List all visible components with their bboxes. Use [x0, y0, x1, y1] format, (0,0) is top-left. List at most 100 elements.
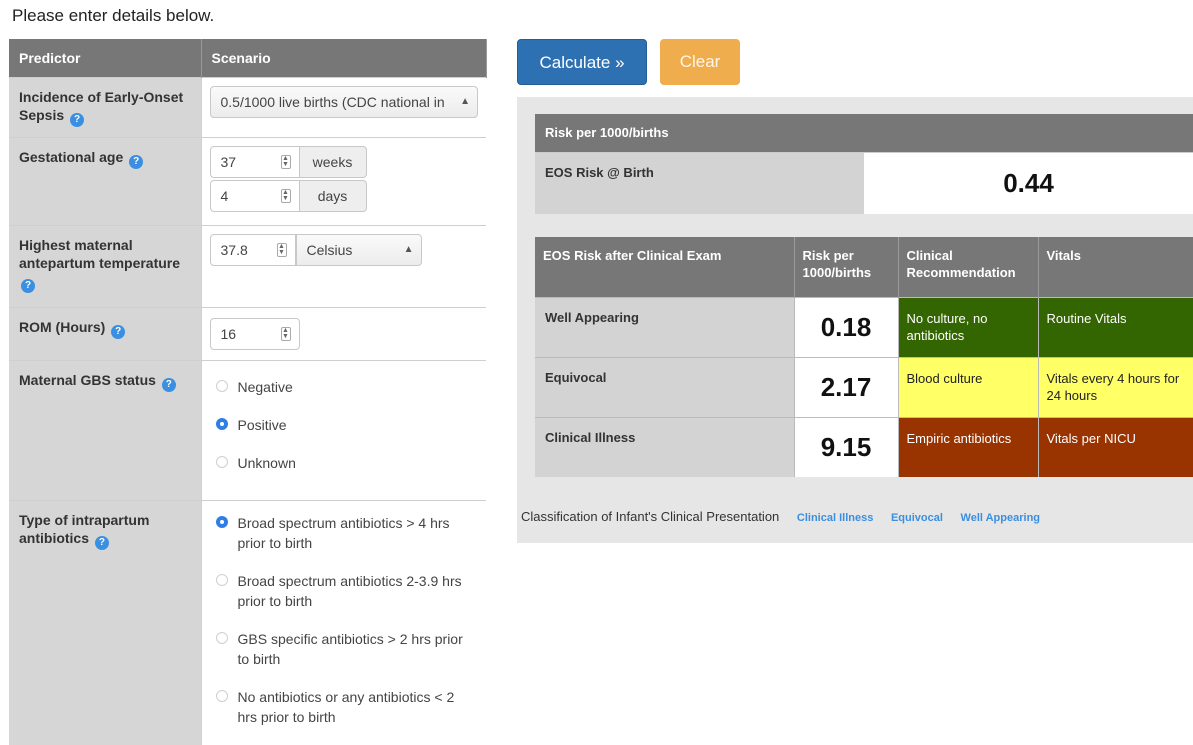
temperature-spinner-icon[interactable]: ▲ ▼ [276, 242, 287, 257]
row-recommendation-well-appearing: No culture, no antibiotics [897, 296, 1038, 357]
radio-checked-icon[interactable] [215, 515, 228, 528]
page-title: Please enter details below. [12, 6, 215, 25]
antibiotics-option-broad-4[interactable]: Broad spectrum antibiotics > 4 hrs prior… [210, 505, 479, 563]
gbs-option-unknown[interactable]: Unknown [210, 445, 479, 483]
exam-header-recommendation: Clinical Recommendation [898, 237, 1039, 297]
help-icon[interactable]: ? [94, 535, 109, 550]
birth-risk-label: EOS Risk @ Birth [535, 151, 864, 214]
antibiotics-label: Type of intrapartum antibiotics [19, 511, 150, 546]
exam-header-vitals: Vitals [1038, 237, 1193, 297]
radio-label: GBS specific antibiotics > 2 hrs prior t… [237, 630, 463, 667]
gbs-option-negative[interactable]: Negative [210, 369, 479, 407]
temperature-unit: Celsius [306, 241, 353, 258]
rom-value: 16 [220, 325, 237, 342]
antibiotics-cell: Broad spectrum antibiotics > 4 hrs prior… [200, 499, 486, 745]
predictor-form-table: Predictor Scenario Incidence of Early-On… [9, 39, 487, 745]
row-label-well-appearing: Well Appearing [535, 296, 794, 357]
days-input[interactable]: 4 ▲ ▼ [209, 179, 300, 212]
classification-link-clinical-illness[interactable]: Clinical Illness [797, 512, 873, 524]
rom-cell: 16 ▲ ▼ [200, 306, 486, 360]
select-arrows-icon: ▲ [460, 95, 470, 107]
temperature-label-cell: Highest maternal antepartum temperature … [9, 224, 201, 307]
temperature-cell: 37.8 ▲ ▼ Celsius ▲ [200, 224, 486, 307]
table-row: Clinical Illness 9.15 Empiric antibiotic… [535, 416, 1193, 477]
rom-label-cell: ROM (Hours) ? [9, 306, 201, 360]
incidence-cell: 0.5/1000 live births (CDC national in ▲ [200, 76, 486, 137]
calculate-button[interactable]: Calculate » [517, 39, 647, 85]
help-icon[interactable]: ? [21, 278, 35, 293]
risk-at-birth-table: Risk per 1000/births EOS Risk @ Birth 0.… [535, 114, 1193, 214]
incidence-label: Incidence of Early-Onset Sepsis [19, 88, 184, 123]
row-risk-well-appearing: 0.18 [793, 296, 898, 357]
radio-label: Unknown [237, 454, 296, 471]
gestational-age-cell: 37 ▲ ▼ weeks 4 ▲ ▼ days [200, 136, 486, 225]
row-vitals-equivocal: Vitals every 4 hours for 24 hours [1037, 356, 1193, 417]
classification-link-well-appearing[interactable]: Well Appearing [961, 512, 1040, 524]
birth-risk-value: 0.44 [864, 151, 1193, 214]
classification-link-equivocal[interactable]: Equivocal [891, 512, 943, 524]
antibiotics-label-cell: Type of intrapartum antibiotics ? [9, 499, 201, 745]
clear-button[interactable]: Clear [660, 39, 740, 85]
row-risk-equivocal: 2.17 [793, 356, 898, 417]
gbs-option-positive[interactable]: Positive [210, 407, 479, 445]
weeks-input[interactable]: 37 ▲ ▼ [209, 145, 300, 178]
exam-header-risk: EOS Risk after Clinical Exam [535, 237, 795, 297]
days-unit: days [299, 179, 367, 212]
row-vitals-well-appearing: Routine Vitals [1037, 296, 1193, 357]
incidence-select-value: 0.5/1000 live births (CDC national in [220, 93, 445, 110]
radio-unchecked-icon[interactable] [215, 379, 228, 392]
risk-header: Risk per 1000/births [535, 114, 1193, 152]
days-value: 4 [220, 187, 229, 204]
days-spinner-icon[interactable]: ▲ ▼ [280, 188, 291, 203]
exam-header-per-1000: Risk per 1000/births [794, 237, 899, 297]
weeks-spinner-icon[interactable]: ▲ ▼ [280, 154, 291, 169]
incidence-select[interactable]: 0.5/1000 live births (CDC national in ▲ [209, 85, 478, 118]
help-icon[interactable]: ? [111, 324, 126, 339]
radio-label: Broad spectrum antibiotics 2-3.9 hrs pri… [237, 572, 462, 609]
radio-label: Positive [237, 416, 287, 433]
temperature-unit-select[interactable]: Celsius ▲ [295, 233, 422, 266]
radio-checked-icon[interactable] [215, 417, 228, 430]
row-recommendation-equivocal: Blood culture [897, 356, 1038, 417]
gestational-age-label: Gestational age [19, 148, 124, 165]
row-risk-clinical-illness: 9.15 [793, 416, 898, 477]
help-icon[interactable]: ? [161, 377, 176, 392]
classification-legend: Classification of Infant's Clinical Pres… [521, 509, 1040, 524]
temperature-input[interactable]: 37.8 ▲ ▼ [209, 233, 296, 266]
header-scenario: Scenario [201, 39, 487, 77]
row-recommendation-clinical-illness: Empiric antibiotics [897, 416, 1038, 477]
clinical-exam-table: EOS Risk after Clinical Exam Risk per 10… [535, 237, 1193, 477]
radio-label: Negative [237, 378, 293, 395]
temperature-value: 37.8 [220, 241, 248, 258]
radio-unchecked-icon[interactable] [215, 455, 228, 468]
help-icon[interactable]: ? [129, 154, 144, 169]
gbs-label-cell: Maternal GBS status ? [9, 359, 201, 500]
antibiotics-option-gbs-specific[interactable]: GBS specific antibiotics > 2 hrs prior t… [210, 621, 479, 679]
table-row: Equivocal 2.17 Blood culture Vitals ever… [535, 356, 1193, 417]
radio-label: Broad spectrum antibiotics > 4 hrs prior… [237, 514, 450, 551]
incidence-label-cell: Incidence of Early-Onset Sepsis ? [9, 76, 201, 137]
rom-spinner-icon[interactable]: ▲ ▼ [280, 326, 291, 341]
row-label-clinical-illness: Clinical Illness [535, 416, 794, 477]
row-vitals-clinical-illness: Vitals per NICU [1037, 416, 1193, 477]
antibiotics-option-none[interactable]: No antibiotics or any antibiotics < 2 hr… [210, 679, 479, 737]
antibiotics-option-broad-2-3-9[interactable]: Broad spectrum antibiotics 2-3.9 hrs pri… [210, 563, 479, 621]
results-panel: Risk per 1000/births EOS Risk @ Birth 0.… [517, 97, 1193, 543]
help-icon[interactable]: ? [70, 112, 85, 127]
gbs-label: Maternal GBS status [19, 371, 156, 388]
weeks-unit: weeks [299, 145, 367, 178]
rom-label: ROM (Hours) [19, 318, 106, 335]
radio-unchecked-icon[interactable] [215, 573, 228, 586]
table-row: Well Appearing 0.18 No culture, no antib… [535, 296, 1193, 357]
gbs-cell: Negative Positive Unknown [200, 359, 486, 500]
header-predictor: Predictor [9, 39, 202, 77]
classification-label: Classification of Infant's Clinical Pres… [521, 509, 780, 524]
weeks-value: 37 [220, 153, 237, 170]
radio-unchecked-icon[interactable] [215, 689, 228, 702]
rom-input[interactable]: 16 ▲ ▼ [209, 317, 300, 350]
radio-unchecked-icon[interactable] [215, 631, 228, 644]
select-arrows-icon: ▲ [403, 243, 414, 255]
gestational-age-label-cell: Gestational age ? [9, 136, 201, 225]
row-label-equivocal: Equivocal [535, 356, 794, 417]
temperature-label: Highest maternal antepartum temperature [19, 236, 181, 271]
